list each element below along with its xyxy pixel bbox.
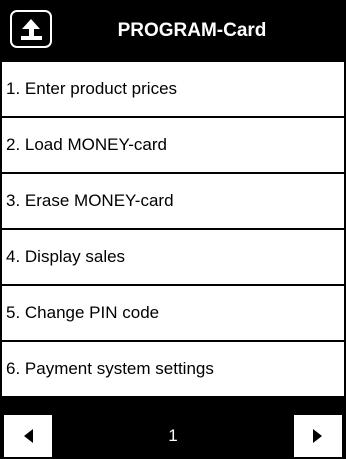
page-number: 1 xyxy=(168,426,178,445)
back-arrow-icon xyxy=(21,19,42,40)
program-card-screen: PROGRAM-Card 1. Enter product prices 2. … xyxy=(0,0,346,459)
menu-item-payment-system-settings[interactable]: 6. Payment system settings xyxy=(0,342,346,398)
menu-item-label: 3. Erase MONEY-card xyxy=(6,191,174,210)
prev-page-button[interactable] xyxy=(2,413,54,459)
page-title: PROGRAM-Card xyxy=(117,20,267,41)
menu-item-label: 5. Change PIN code xyxy=(6,303,160,322)
menu-list: 1. Enter product prices 2. Load MONEY-ca… xyxy=(0,62,346,398)
menu-item-display-sales[interactable]: 4. Display sales xyxy=(0,230,346,286)
triangle-left-icon xyxy=(24,429,33,443)
menu-item-change-pin-code[interactable]: 5. Change PIN code xyxy=(0,286,346,342)
menu-item-enter-product-prices[interactable]: 1. Enter product prices xyxy=(0,62,346,118)
menu-item-label: 4. Display sales xyxy=(6,247,126,266)
triangle-right-icon xyxy=(313,429,322,443)
menu-item-label: 2. Load MONEY-card xyxy=(6,135,167,154)
next-page-button[interactable] xyxy=(292,413,344,459)
menu-item-label: 6. Payment system settings xyxy=(6,359,214,378)
header-bar: PROGRAM-Card xyxy=(0,0,346,62)
pager-bar: 1 xyxy=(0,398,346,459)
back-button[interactable] xyxy=(10,10,52,48)
menu-item-load-money-card[interactable]: 2. Load MONEY-card xyxy=(0,118,346,174)
menu-item-erase-money-card[interactable]: 3. Erase MONEY-card xyxy=(0,174,346,230)
menu-item-label: 1. Enter product prices xyxy=(6,79,178,98)
